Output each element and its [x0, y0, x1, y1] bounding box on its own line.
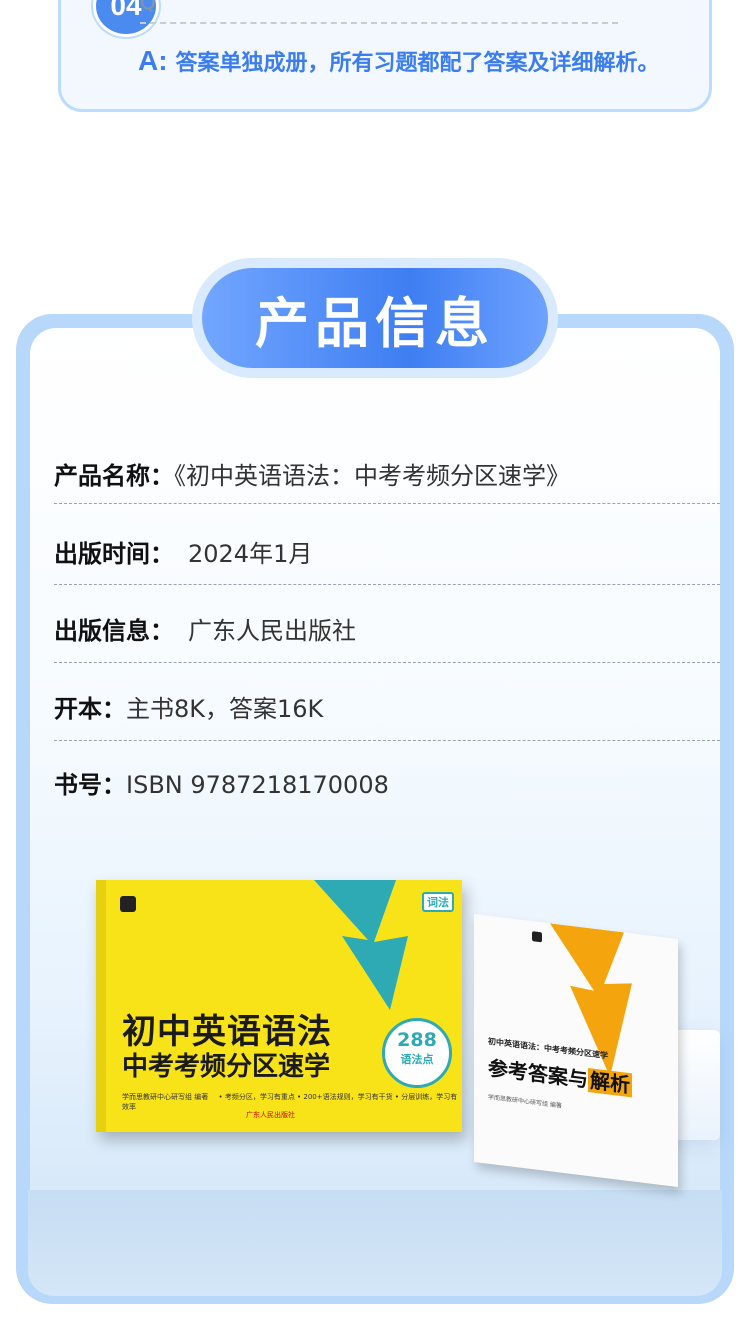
info-value: 2024年1月 — [188, 540, 313, 568]
grammar-points-badge: 288 语法点 — [382, 1018, 452, 1088]
info-value: 广东人民出版社 — [188, 617, 356, 645]
info-row-publisher: 出版信息： 广东人民出版社 — [54, 611, 720, 646]
info-value: 《初中英语语法：中考考频分区速学》 — [174, 462, 570, 490]
badge-text: 语法点 — [400, 1053, 434, 1066]
brand-logo-icon — [532, 931, 542, 943]
brand-logo-icon — [120, 896, 136, 912]
row-divider — [54, 584, 720, 585]
section-title: 产品信息 — [202, 268, 548, 368]
info-row-date: 出版时间： 2024年1月 — [54, 534, 720, 569]
info-key: 出版信息： — [54, 617, 174, 645]
faq-question-fragment: Q — [140, 0, 156, 14]
info-row-name: 产品名称：《初中英语语法：中考考频分区速学》 — [54, 456, 720, 491]
info-value: 主书8K，答案16K — [126, 695, 324, 723]
row-divider — [54, 662, 720, 663]
badge-number: 288 — [397, 1029, 437, 1051]
book-title-line2: 中考考频分区速学 — [122, 1052, 331, 1082]
info-row-format: 开本：主书8K，答案16K — [54, 689, 720, 724]
info-key: 出版时间： — [54, 540, 174, 568]
book-tag: 词法 — [422, 892, 454, 912]
row-divider — [54, 503, 720, 504]
display-floor — [28, 1190, 722, 1296]
info-key: 开本： — [54, 695, 126, 723]
faq-answer-text: 答案单独成册，所有习题都配了答案及详细解析。 — [175, 51, 660, 76]
info-row-isbn: 书号：ISBN 9787218170008 — [54, 765, 720, 800]
faq-answer-prefix: A: — [138, 45, 168, 76]
row-divider — [54, 740, 720, 741]
faq-answer: A: 答案单独成册，所有习题都配了答案及详细解析。 — [138, 45, 660, 77]
book-authors: 学而思教研中心研写组 编著 • 考频分区，学习有重点 • 200+语法规则，学习… — [122, 1093, 458, 1111]
info-value: ISBN 9787218170008 — [126, 771, 389, 799]
info-key: 产品名称： — [54, 462, 174, 490]
info-key: 书号： — [54, 771, 126, 799]
book-publisher: 广东人民出版社 — [246, 1111, 295, 1119]
book-spine — [96, 880, 106, 1132]
main-book-cover: 词法 初中英语语法 中考考频分区速学 288 语法点 学而思教研中心研写组 编著… — [96, 880, 462, 1132]
answer-book-cover: 初中英语语法：中考考频分区速学 参考答案与 解析 学而思教研中心研写组 编著 — [474, 914, 678, 1188]
faq-divider — [140, 22, 618, 24]
